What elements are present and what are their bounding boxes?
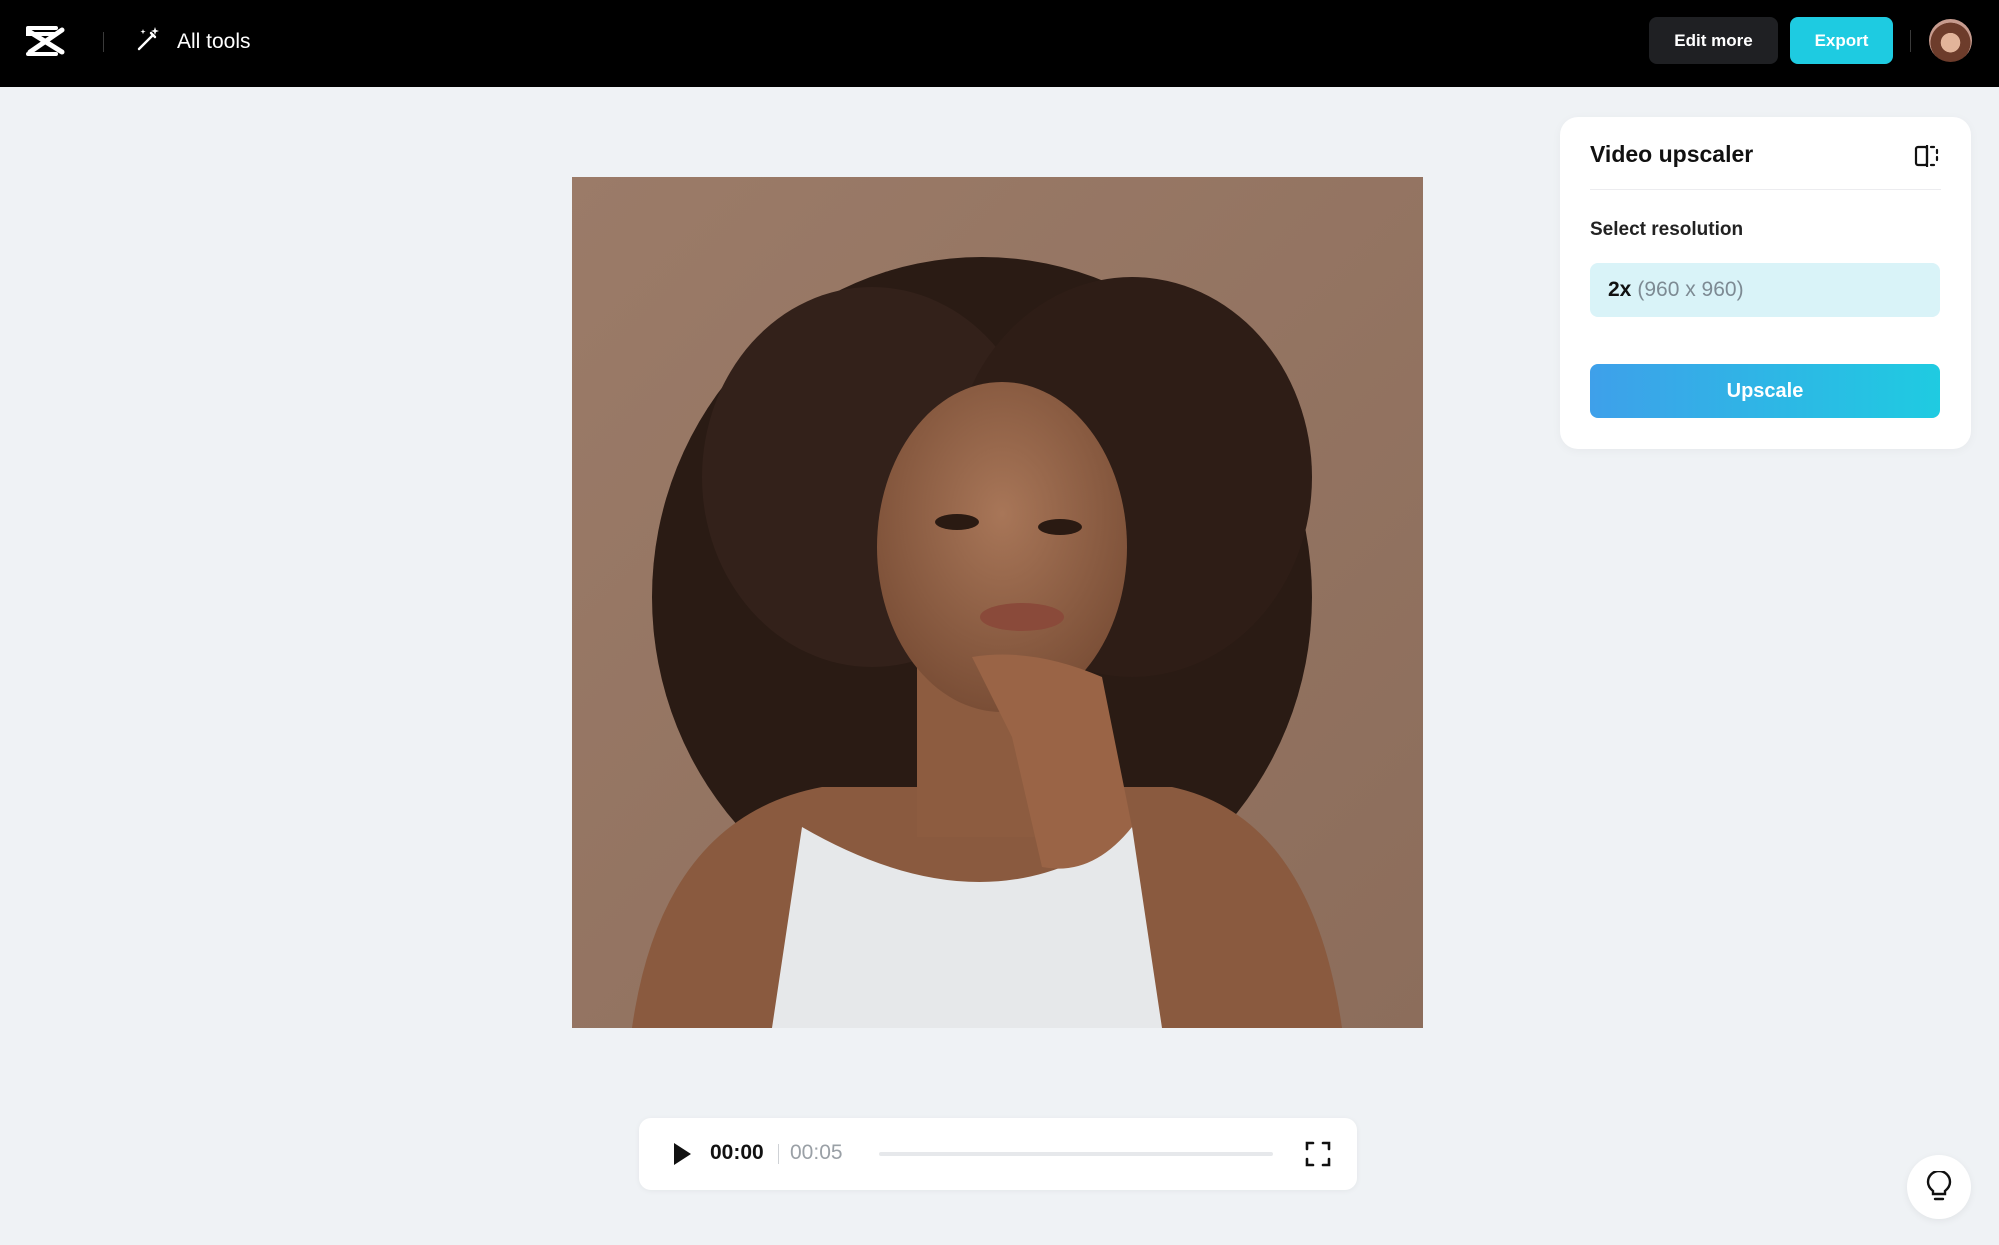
user-avatar[interactable] [1929, 19, 1972, 62]
resolution-dimensions: (960 x 960) [1637, 278, 1744, 301]
player-controls: 00:00 00:05 [639, 1118, 1357, 1190]
split-compare-icon[interactable] [1912, 141, 1942, 171]
export-button[interactable]: Export [1790, 17, 1893, 64]
video-upscaler-panel: Video upscaler Select resolution 2x (960… [1560, 117, 1971, 449]
fullscreen-icon[interactable] [1304, 1140, 1332, 1168]
top-bar: All tools Edit more Export [0, 0, 1999, 87]
all-tools-button[interactable]: All tools [135, 24, 251, 60]
video-frame-image [572, 177, 1423, 1028]
panel-divider [1590, 189, 1941, 190]
resolution-factor: 2x [1608, 278, 1632, 301]
play-icon[interactable] [667, 1140, 695, 1168]
resolution-label: Select resolution [1590, 219, 1744, 240]
progress-bar[interactable] [879, 1152, 1273, 1156]
lightbulb-icon[interactable] [1907, 1155, 1971, 1219]
time-separator [778, 1144, 779, 1164]
topbar-divider [103, 32, 104, 52]
panel-title: Video upscaler [1590, 141, 1754, 167]
topbar-divider-right [1910, 30, 1911, 52]
capcut-logo-icon[interactable] [24, 22, 68, 60]
edit-more-button[interactable]: Edit more [1649, 17, 1778, 64]
all-tools-label: All tools [177, 30, 251, 53]
video-preview [572, 177, 1423, 1028]
magic-wand-icon [135, 25, 163, 59]
upscale-button[interactable]: Upscale [1590, 364, 1940, 418]
current-time: 00:00 [710, 1141, 764, 1164]
total-time: 00:05 [790, 1141, 843, 1164]
resolution-select[interactable]: 2x (960 x 960) [1590, 263, 1940, 317]
